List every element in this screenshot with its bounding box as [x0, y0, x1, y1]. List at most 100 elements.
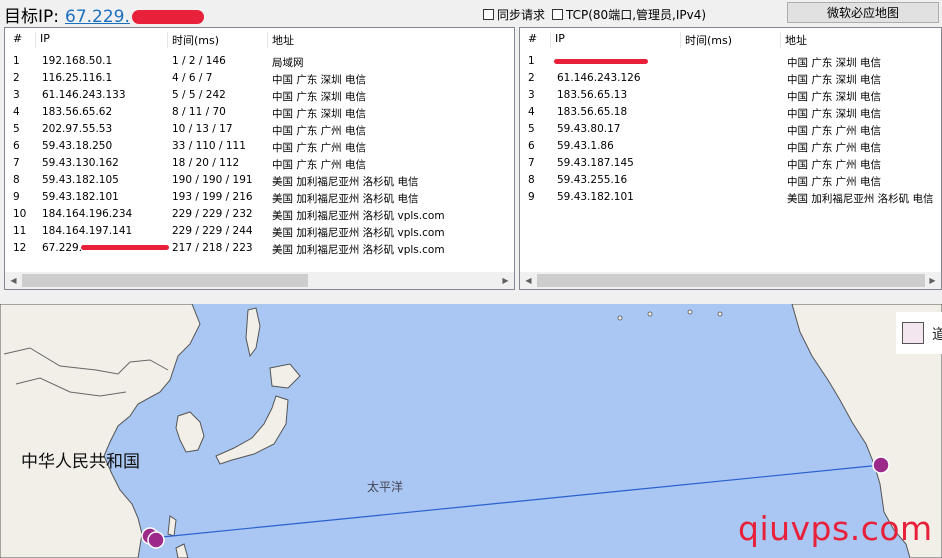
right-trace-table[interactable]: # IP 时间(ms) 地址 1 中国 广东 深圳 电信 2 61.146.243.1… — [519, 27, 942, 290]
hop-address: 中国 广东 深圳 电信 — [787, 74, 882, 86]
table-row[interactable]: 4 183.56.65.18 中国 广东 深圳 电信 — [520, 105, 941, 122]
bing-map-button[interactable]: 微软必应地图 — [787, 2, 939, 23]
route-map[interactable]: 中华人民共和国 太平洋 道 qiuvps.com — [0, 304, 942, 558]
horizontal-scrollbar[interactable]: ◀ ▶ — [520, 272, 941, 289]
hop-ip: 202.97.55.53 — [42, 123, 113, 135]
hop-number: 3 — [528, 89, 535, 101]
hop-address: 美国 加利福尼亚州 洛杉矶 电信 — [272, 193, 419, 205]
hop-ip: 59.43.187.145 — [557, 157, 634, 169]
hop-address: 中国 广东 广州 电信 — [787, 159, 882, 171]
table-row[interactable]: 8 59.43.182.105 190 / 190 / 191 美国 加利福尼亚州 洛… — [5, 173, 514, 190]
table-row[interactable]: 5 202.97.55.53 10 / 13 / 17 中国 广东 广州 电信 — [5, 122, 514, 139]
table-row[interactable]: 9 59.43.182.101 193 / 199 / 216 美国 加利福尼亚州 洛… — [5, 190, 514, 207]
hop-number: 7 — [13, 157, 20, 169]
hop-address: 美国 加利福尼亚州 洛杉矶 电信 — [272, 176, 419, 188]
horizontal-scrollbar[interactable]: ◀ ▶ — [5, 272, 514, 289]
redaction-mark — [554, 59, 648, 64]
table-row[interactable]: 5 59.43.80.17 中国 广东 广州 电信 — [520, 122, 941, 139]
hop-time: 217 / 218 / 223 — [172, 242, 253, 254]
hop-address: 中国 广东 广州 电信 — [787, 125, 882, 137]
table-row[interactable]: 10 184.164.196.234 229 / 229 / 232 美国 加利福尼亚… — [5, 207, 514, 224]
col-header-address[interactable]: 地址 — [780, 32, 941, 48]
hop-time: 193 / 199 / 216 — [172, 191, 253, 203]
hop-time: 229 / 229 / 232 — [172, 208, 253, 220]
hop-ip: 59.43.1.86 — [557, 140, 614, 152]
table-row[interactable]: 7 59.43.130.162 18 / 20 / 112 中国 广东 广州 电信 — [5, 156, 514, 173]
scroll-left-icon[interactable]: ◀ — [5, 272, 22, 289]
hop-address: 美国 加利福尼亚州 洛杉矶 vpls.com — [272, 227, 445, 239]
hop-number: 11 — [13, 225, 27, 237]
sync-request-checkbox[interactable]: 同步请求 — [483, 6, 545, 23]
hop-ip: 59.43.182.101 — [557, 191, 634, 203]
hop-ip: 61.146.243.126 — [557, 72, 641, 84]
col-header-ip[interactable]: IP — [35, 32, 166, 48]
redaction-mark — [81, 245, 169, 250]
hop-number: 9 — [528, 191, 535, 203]
col-header-num[interactable]: # — [528, 32, 537, 48]
scroll-right-icon[interactable]: ▶ — [497, 272, 514, 289]
hop-time: 229 / 229 / 244 — [172, 225, 253, 237]
sakhalin-landmass — [245, 307, 261, 358]
map-legend[interactable]: 道 — [896, 312, 942, 354]
hop-number: 3 — [13, 89, 20, 101]
aleutian-islands — [617, 309, 723, 321]
hop-address: 局域网 — [272, 57, 304, 69]
route-marker — [147, 531, 165, 549]
hop-ip: 184.164.197.141 — [42, 225, 133, 237]
hokkaido-landmass — [269, 363, 301, 389]
hop-address: 中国 广东 深圳 电信 — [272, 91, 367, 103]
table-row[interactable]: 9 59.43.182.101 美国 加利福尼亚州 洛杉矶 电信 — [520, 190, 941, 207]
col-header-time[interactable]: 时间(ms) — [680, 32, 781, 48]
scroll-thumb[interactable] — [537, 274, 925, 287]
checkbox-box[interactable] — [483, 9, 494, 20]
hop-number: 2 — [13, 72, 20, 84]
table-row[interactable]: 3 61.146.243.133 5 / 5 / 242 中国 广东 深圳 电信 — [5, 88, 514, 105]
hop-ip: 59.43.182.101 — [42, 191, 119, 203]
col-header-ip[interactable]: IP — [550, 32, 681, 48]
hop-number: 6 — [13, 140, 20, 152]
hop-ip: 59.43.255.16 — [557, 174, 628, 186]
hop-ip: 183.56.65.18 — [557, 106, 628, 118]
hop-address: 中国 广东 广州 电信 — [272, 142, 367, 154]
left-trace-table[interactable]: # IP 时间(ms) 地址 1 192.168.50.1 1 / 2 / 146 局… — [4, 27, 515, 290]
table-header: # IP 时间(ms) 地址 — [520, 28, 941, 52]
col-header-num[interactable]: # — [13, 32, 22, 48]
scroll-left-icon[interactable]: ◀ — [520, 272, 537, 289]
table-row[interactable]: 1 192.168.50.1 1 / 2 / 146 局域网 — [5, 54, 514, 71]
hop-time: 5 / 5 / 242 — [172, 89, 226, 101]
hop-address: 中国 广东 深圳 电信 — [272, 74, 367, 86]
hop-number: 5 — [528, 123, 535, 135]
hop-ip: 67.229. — [42, 242, 83, 254]
table-row[interactable]: 8 59.43.255.16 中国 广东 广州 电信 — [520, 173, 941, 190]
japan-landmass — [215, 395, 289, 465]
scroll-right-icon[interactable]: ▶ — [924, 272, 941, 289]
checkbox-box[interactable] — [552, 9, 563, 20]
scroll-thumb[interactable] — [22, 274, 308, 287]
hop-number: 8 — [528, 174, 535, 186]
hop-ip: 183.56.65.62 — [42, 106, 113, 118]
table-row[interactable]: 6 59.43.1.86 中国 广东 广州 电信 — [520, 139, 941, 156]
tcp-checkbox[interactable]: TCP(80端口,管理员,IPv4) — [552, 6, 706, 23]
table-row[interactable]: 7 59.43.187.145 中国 广东 广州 电信 — [520, 156, 941, 173]
hop-address: 中国 广东 广州 电信 — [787, 176, 882, 188]
ocean-label: 太平洋 — [367, 480, 404, 494]
hop-time: 4 / 6 / 7 — [172, 72, 213, 84]
col-header-address[interactable]: 地址 — [267, 32, 512, 48]
hop-number: 1 — [528, 55, 535, 67]
table-row[interactable]: 4 183.56.65.62 8 / 11 / 70 中国 广东 深圳 电信 — [5, 105, 514, 122]
road-map-icon[interactable] — [902, 322, 924, 344]
table-row[interactable]: 2 61.146.243.126 中国 广东 深圳 电信 — [520, 71, 941, 88]
col-header-time[interactable]: 时间(ms) — [167, 32, 268, 48]
hop-address: 中国 广东 深圳 电信 — [787, 57, 882, 69]
hop-address: 中国 广东 深圳 电信 — [787, 108, 882, 120]
hop-address: 中国 广东 广州 电信 — [787, 142, 882, 154]
hop-number: 10 — [13, 208, 27, 220]
table-header: # IP 时间(ms) 地址 — [5, 28, 514, 52]
target-ip-link[interactable]: 67.229. — [65, 7, 130, 27]
table-row[interactable]: 11 184.164.197.141 229 / 229 / 244 美国 加利福尼亚… — [5, 224, 514, 241]
hop-time: 33 / 110 / 111 — [172, 140, 246, 152]
table-row[interactable]: 2 116.25.116.1 4 / 6 / 7 中国 广东 深圳 电信 — [5, 71, 514, 88]
table-row[interactable]: 3 183.56.65.13 中国 广东 深圳 电信 — [520, 88, 941, 105]
hop-number: 6 — [528, 140, 535, 152]
table-row[interactable]: 6 59.43.18.250 33 / 110 / 111 中国 广东 广州 电信 — [5, 139, 514, 156]
